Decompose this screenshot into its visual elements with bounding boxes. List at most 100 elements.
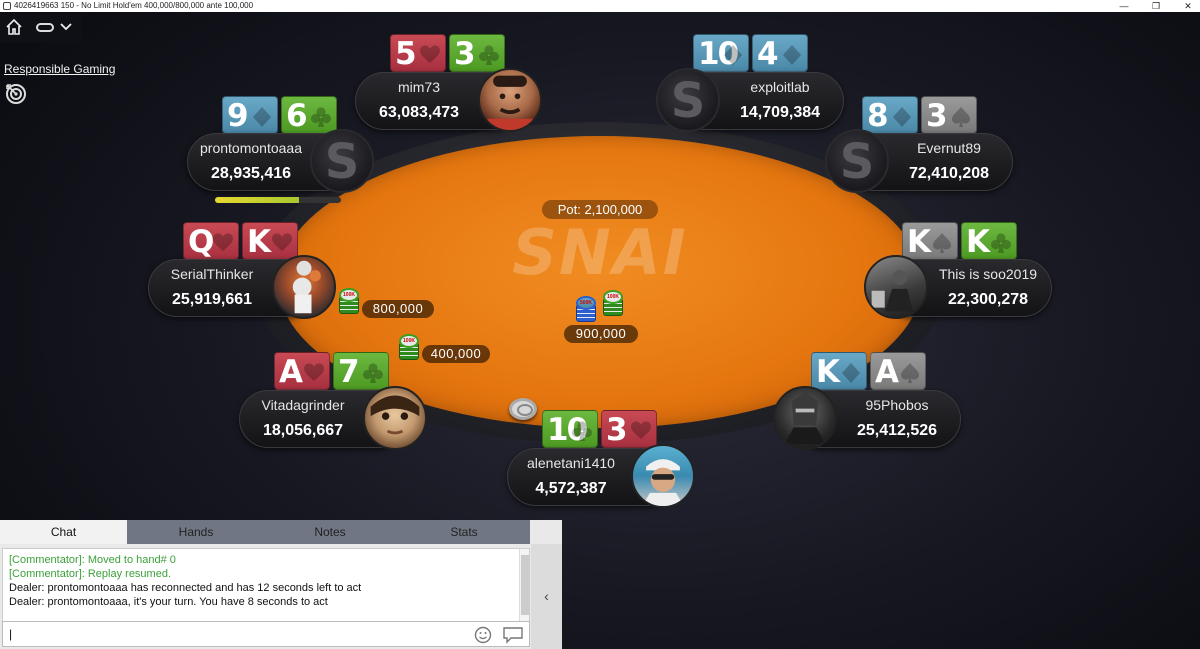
chat-collapse-button[interactable]: ‹ xyxy=(531,544,562,649)
player-stack: 14,709,384 xyxy=(739,104,821,121)
heart-icon xyxy=(419,44,441,66)
center-chips-a: 500K xyxy=(573,296,599,322)
chat-line: [Commentator]: Replay resumed. xyxy=(9,568,172,580)
chat-bubble-icon[interactable] xyxy=(502,626,524,644)
chat-panel: Chat Hands Notes Stats [Commentator]: Mo… xyxy=(0,520,562,649)
cap-man-avatar[interactable] xyxy=(631,444,695,508)
hole-card: K xyxy=(902,222,958,260)
hole-card: 10 xyxy=(542,410,598,448)
man-avatar[interactable] xyxy=(478,68,542,132)
hole-card: 7 xyxy=(333,352,389,390)
player-name: 95Phobos xyxy=(865,397,929,413)
center-chips-b: 100K xyxy=(600,290,626,316)
photo-avatar[interactable] xyxy=(864,255,928,319)
pot-label: Pot: 2,100,000 xyxy=(542,200,658,219)
player-stack: 63,083,473 xyxy=(378,104,460,121)
bet-label-serialthinker: 800,000 xyxy=(362,300,434,318)
restore-button[interactable]: ❐ xyxy=(1146,0,1166,12)
heart-icon xyxy=(271,232,293,254)
chat-line: Dealer: prontomontoaaa has reconnected a… xyxy=(9,582,362,594)
spade-icon xyxy=(931,232,953,254)
heart-icon xyxy=(303,362,325,384)
snai-s-avatar[interactable] xyxy=(825,129,889,193)
tab-stats[interactable]: Stats xyxy=(399,520,529,544)
player-stack: 18,056,667 xyxy=(262,422,344,439)
heart-icon xyxy=(630,420,652,442)
dealer-button xyxy=(509,398,537,420)
club-icon xyxy=(362,362,384,384)
diamond-icon xyxy=(722,44,744,66)
hole-card: 3 xyxy=(449,34,505,72)
hole-card: K xyxy=(242,222,298,260)
player-name: SerialThinker xyxy=(170,266,254,282)
hole-card: 6 xyxy=(281,96,337,134)
player-name: This is soo2019 xyxy=(938,266,1038,282)
chip-denomination: 500K xyxy=(576,296,596,310)
close-button[interactable]: ✕ xyxy=(1178,0,1198,12)
hole-card: K xyxy=(811,352,867,390)
tab-chat[interactable]: Chat xyxy=(0,520,127,544)
view-toggle-icon[interactable] xyxy=(36,23,54,32)
window-titlebar: 4026419663 150 - No Limit Hold'em 400,00… xyxy=(0,0,1200,12)
bet-chips-serialthinker: 100K xyxy=(336,288,362,314)
hole-card: 10 xyxy=(693,34,749,72)
tab-hands[interactable]: Hands xyxy=(131,520,261,544)
poker-table-window: 4026419663 150 - No Limit Hold'em 400,00… xyxy=(0,0,1200,649)
chat-line: Dealer: prontomontoaaa, it's your turn. … xyxy=(9,596,328,608)
player-name: alenetani1410 xyxy=(527,455,615,471)
hole-card: 4 xyxy=(752,34,808,72)
player-stack: 72,410,208 xyxy=(908,165,990,182)
club-icon xyxy=(310,106,332,128)
diamond-icon xyxy=(781,44,803,66)
player-stack: 25,412,526 xyxy=(856,422,938,439)
action-timer-bar xyxy=(215,197,341,203)
hole-card: 3 xyxy=(921,96,977,134)
diamond-icon xyxy=(251,106,273,128)
snai-s-avatar[interactable] xyxy=(310,129,374,193)
player-stack: 4,572,387 xyxy=(535,480,607,497)
diamond-icon xyxy=(840,362,862,384)
hole-card: K xyxy=(961,222,1017,260)
chip-denomination: 100K xyxy=(339,288,359,302)
top-controls xyxy=(0,13,82,43)
hole-card: A xyxy=(870,352,926,390)
spade-icon xyxy=(950,106,972,128)
warrior-avatar[interactable] xyxy=(773,386,837,450)
player-name: mim73 xyxy=(397,79,440,95)
player-name: exploitlab xyxy=(750,79,810,95)
center-bet-label: 900,000 xyxy=(564,325,638,343)
app-icon xyxy=(3,2,11,10)
player-stack: 25,919,661 xyxy=(171,291,253,308)
chat-line: [Commentator]: Moved to hand# 0 xyxy=(9,554,176,566)
action-timer-fill xyxy=(215,197,300,203)
chip-denomination: 100K xyxy=(399,334,419,348)
chat-tabs: Chat Hands Notes Stats xyxy=(0,520,530,544)
emoji-icon[interactable] xyxy=(474,626,492,644)
table-logo: SNAI xyxy=(512,216,688,289)
face-avatar[interactable] xyxy=(363,386,427,450)
heart-icon xyxy=(212,232,234,254)
hole-card: 5 xyxy=(390,34,446,72)
chip-denomination: 100K xyxy=(603,290,623,304)
chat-input[interactable]: | xyxy=(2,621,530,647)
player-name: prontomontoaaa xyxy=(200,140,302,156)
scrollbar-thumb[interactable] xyxy=(521,555,529,615)
snai-s-avatar[interactable] xyxy=(656,68,720,132)
hole-card: 3 xyxy=(601,410,657,448)
chevron-down-icon[interactable] xyxy=(60,20,72,32)
bet-label-vitadagrinder: 400,000 xyxy=(422,345,490,363)
player-stack: 22,300,278 xyxy=(947,291,1029,308)
responsible-gaming-link[interactable]: Responsible Gaming xyxy=(4,62,115,76)
tab-notes[interactable]: Notes xyxy=(265,520,395,544)
window-title: 4026419663 150 - No Limit Hold'em 400,00… xyxy=(14,1,254,10)
minimize-button[interactable]: — xyxy=(1114,0,1134,12)
diamond-icon xyxy=(891,106,913,128)
hole-card: 9 xyxy=(222,96,278,134)
player-name: Evernut89 xyxy=(917,140,981,156)
club-icon xyxy=(990,232,1012,254)
target-icon[interactable] xyxy=(4,81,28,105)
home-icon[interactable] xyxy=(5,18,23,36)
hole-card: Q xyxy=(183,222,239,260)
club-icon xyxy=(478,44,500,66)
basketball-avatar[interactable] xyxy=(272,255,336,319)
